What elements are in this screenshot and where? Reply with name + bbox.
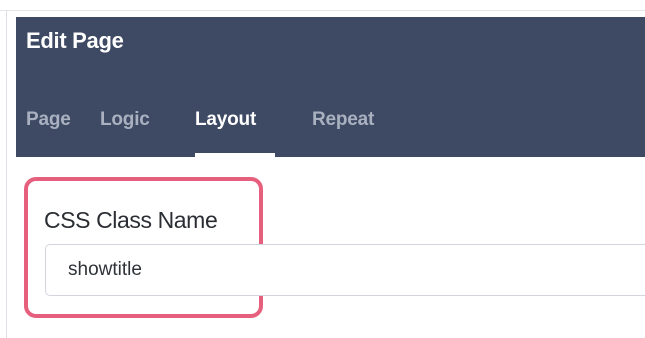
tab-bar: Page Logic Layout Repeat [26, 95, 397, 157]
tab-page[interactable]: Page [26, 95, 80, 157]
tab-page-label: Page [26, 109, 71, 130]
css-class-name-input[interactable] [45, 244, 645, 296]
tab-layout-label: Layout [195, 109, 257, 130]
panel-left-border [6, 10, 7, 338]
panel-top-border [0, 10, 645, 11]
tab-logic-label: Logic [100, 109, 150, 130]
tab-layout[interactable]: Layout [195, 95, 275, 157]
css-class-name-label: CSS Class Name [44, 207, 218, 233]
active-tab-indicator [195, 153, 275, 157]
edit-page-panel: Edit Page Page Logic Layout Repeat CSS C… [0, 0, 645, 338]
tab-logic[interactable]: Logic [100, 95, 195, 157]
tab-repeat[interactable]: Repeat [312, 95, 397, 157]
dialog-title: Edit Page [26, 28, 124, 53]
tab-repeat-label: Repeat [312, 109, 375, 130]
